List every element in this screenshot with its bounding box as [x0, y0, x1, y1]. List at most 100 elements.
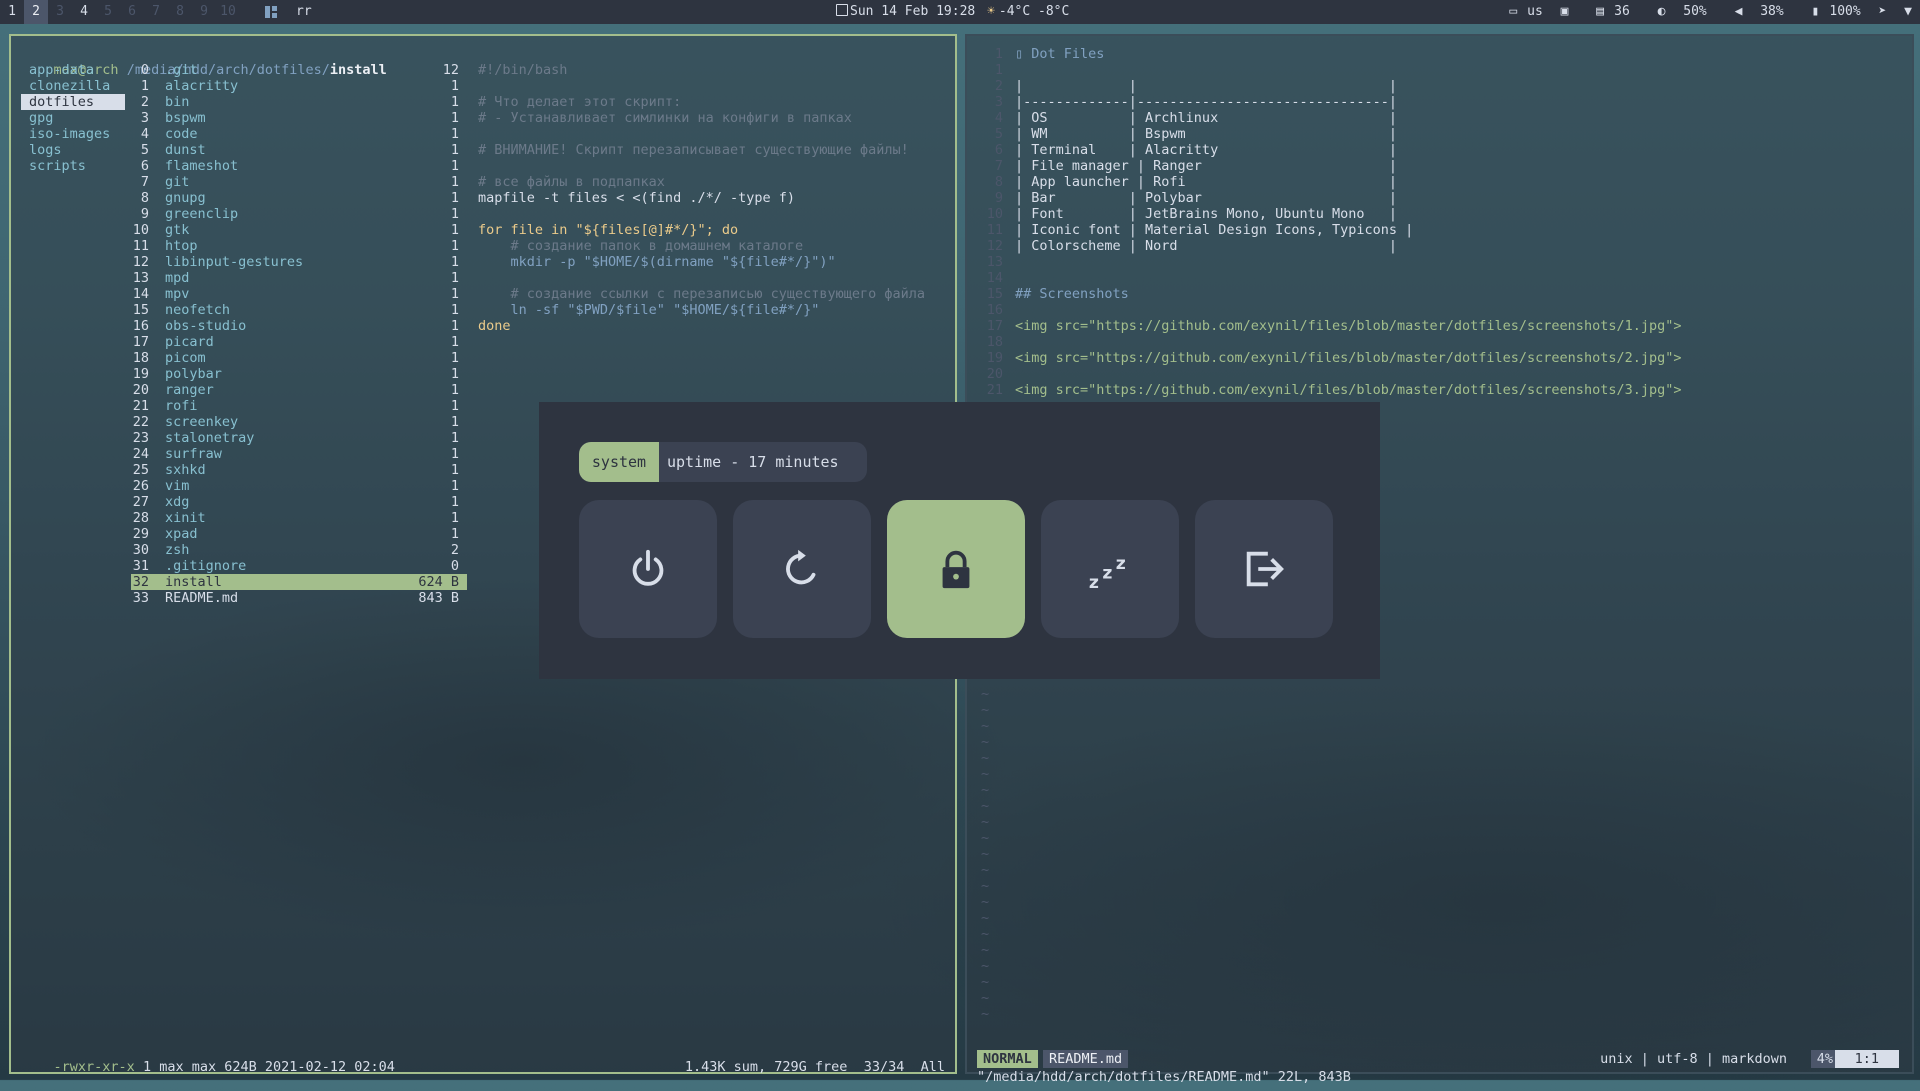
- workspace-7[interactable]: 7: [144, 0, 168, 24]
- reboot-button[interactable]: [733, 500, 871, 638]
- file-row[interactable]: 31 .gitignore 0: [131, 558, 467, 574]
- file-row[interactable]: 28 xinit 1: [131, 510, 467, 526]
- file-row[interactable]: 25 sxhkd 1: [131, 462, 467, 478]
- file-count: 1: [450, 206, 459, 222]
- workspace-3[interactable]: 3: [48, 0, 72, 24]
- file-count: 1: [450, 158, 459, 174]
- shutdown-button[interactable]: [579, 500, 717, 638]
- workspace-4[interactable]: 4: [72, 0, 96, 24]
- file-row[interactable]: 27 xdg 1: [131, 494, 467, 510]
- file-row[interactable]: 7 git 1: [131, 174, 467, 190]
- file-row[interactable]: 8 gnupg 1: [131, 190, 467, 206]
- file-row[interactable]: 21 rofi 1: [131, 398, 467, 414]
- vim-line: 2 | | |: [977, 78, 1397, 94]
- file-count: 1: [450, 398, 459, 414]
- brightness-indicator[interactable]: ◐ 50%: [1648, 4, 1707, 19]
- tiled-layout-icon: [265, 6, 277, 18]
- file-index: 25: [132, 462, 149, 478]
- file-row[interactable]: 6 flameshot 1: [131, 158, 467, 174]
- line-text: | Terminal | Alacritty |: [1015, 142, 1398, 158]
- memory-icon: ▤: [1596, 4, 1605, 19]
- parent-item[interactable]: scripts: [21, 158, 125, 174]
- file-row[interactable]: 33 README.md 843 B: [131, 590, 467, 606]
- file-row[interactable]: 23 stalonetray 1: [131, 430, 467, 446]
- file-row[interactable]: 17 picard 1: [131, 334, 467, 350]
- preview-line: mapfile -t files < <(find ./*/ -type f): [478, 190, 795, 206]
- vim-statusline: NORMAL README.md unix | utf-8 | markdown…: [977, 1050, 1899, 1068]
- workspace-8[interactable]: 8: [168, 0, 192, 24]
- file-row[interactable]: 13 mpd 1: [131, 270, 467, 286]
- file-row[interactable]: 22 screenkey 1: [131, 414, 467, 430]
- file-count: 1: [450, 78, 459, 94]
- vim-line: 16: [977, 302, 1015, 318]
- file-row[interactable]: 5 dunst 1: [131, 142, 467, 158]
- telegram-icon[interactable]: ➤: [1879, 4, 1887, 19]
- file-row[interactable]: 1 alacritty 1: [131, 78, 467, 94]
- parent-item[interactable]: logs: [21, 142, 125, 158]
- preview-line: # Что делает этот скрипт:: [478, 94, 682, 110]
- suspend-button[interactable]: zzz: [1041, 500, 1179, 638]
- clock[interactable]: Sun 14 Feb 19:28 ☀ -4°C -8°C: [836, 0, 1069, 24]
- file-index: 19: [132, 366, 149, 382]
- file-row[interactable]: 12 libinput-gestures 1: [131, 254, 467, 270]
- parent-item[interactable]: dotfiles: [21, 94, 125, 110]
- workspace-10[interactable]: 10: [216, 0, 240, 24]
- sun-icon: ☀: [987, 4, 995, 19]
- file-row[interactable]: 18 picom 1: [131, 350, 467, 366]
- line-number: 14: [986, 270, 1003, 286]
- keyboard-indicator[interactable]: ▭ us: [1499, 4, 1542, 19]
- file-row[interactable]: 16 obs-studio 1: [131, 318, 467, 334]
- workspace-1[interactable]: 1: [0, 0, 24, 24]
- file-row[interactable]: 0 .git 12: [131, 62, 467, 78]
- file-row[interactable]: 4 code 1: [131, 126, 467, 142]
- file-row[interactable]: 3 bspwm 1: [131, 110, 467, 126]
- power-menu: system uptime - 17 minutes zzz: [539, 402, 1380, 679]
- preview-line: done: [478, 318, 511, 334]
- workspace-5[interactable]: 5: [96, 0, 120, 24]
- file-row[interactable]: 30 zsh 2: [131, 542, 467, 558]
- file-index: 17: [132, 334, 149, 350]
- file-index: 23: [132, 430, 149, 446]
- parent-item[interactable]: iso-images: [21, 126, 125, 142]
- wifi-icon[interactable]: ▼: [1904, 4, 1912, 19]
- file-row[interactable]: 9 greenclip 1: [131, 206, 467, 222]
- logout-button[interactable]: [1195, 500, 1333, 638]
- workspace-2[interactable]: 2: [24, 0, 48, 24]
- file-name: vim: [165, 478, 190, 494]
- file-permissions: -rwxr-xr-x: [53, 1059, 135, 1075]
- file-index: 0: [140, 62, 149, 78]
- file-row[interactable]: 24 surfraw 1: [131, 446, 467, 462]
- file-row[interactable]: 15 neofetch 1: [131, 302, 467, 318]
- file-row[interactable]: 2 bin 1: [131, 94, 467, 110]
- file-index: 21: [132, 398, 149, 414]
- file-row[interactable]: 20 ranger 1: [131, 382, 467, 398]
- file-count: 1: [450, 366, 459, 382]
- memory-indicator: ▤ 36: [1586, 4, 1629, 19]
- keyboard-layout: us: [1527, 4, 1543, 19]
- file-row[interactable]: 29 xpad 1: [131, 526, 467, 542]
- file-row[interactable]: 10 gtk 1: [131, 222, 467, 238]
- volume-indicator[interactable]: ◀ 38%: [1725, 4, 1784, 19]
- file-row[interactable]: 19 polybar 1: [131, 366, 467, 382]
- file-row[interactable]: 26 vim 1: [131, 478, 467, 494]
- file-row[interactable]: 14 mpv 1: [131, 286, 467, 302]
- file-row[interactable]: 11 htop 1: [131, 238, 467, 254]
- svg-text:z: z: [1116, 554, 1126, 574]
- line-number: 13: [986, 254, 1003, 270]
- parent-item-label: dotfiles: [29, 94, 95, 110]
- parent-item[interactable]: app-data: [21, 62, 125, 78]
- file-count: 1: [450, 254, 459, 270]
- line-number: 19: [986, 350, 1003, 366]
- workspace-9[interactable]: 9: [192, 0, 216, 24]
- empty-line-marker: ~: [981, 958, 990, 974]
- parent-item[interactable]: clonezilla: [21, 78, 125, 94]
- file-name: install: [165, 574, 222, 590]
- parent-item[interactable]: gpg: [21, 110, 125, 126]
- workspace-6[interactable]: 6: [120, 0, 144, 24]
- file-row[interactable]: 32 install 624 B: [131, 574, 467, 590]
- file-index: 31: [132, 558, 149, 574]
- file-name: neofetch: [165, 302, 231, 318]
- weather-text: -4°C -8°C: [998, 4, 1070, 19]
- lock-button[interactable]: [887, 500, 1025, 638]
- file-index: 22: [132, 414, 149, 430]
